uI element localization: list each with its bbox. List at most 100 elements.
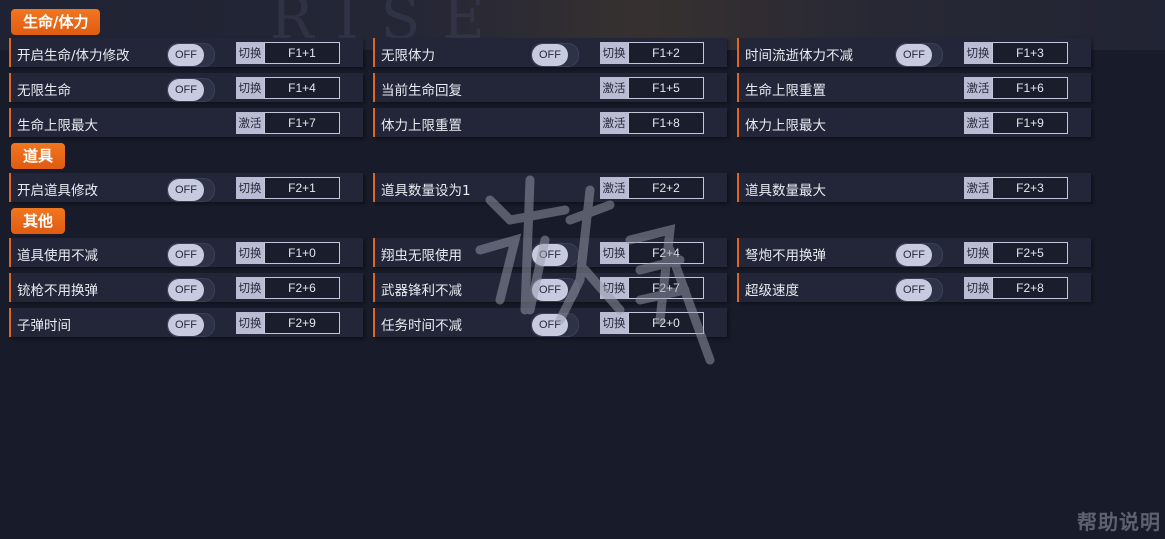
hotkey-field[interactable]: F1+6 [992, 77, 1068, 99]
section-title: 道具 [11, 143, 66, 169]
cheat-label: 道具数量设为1 [381, 183, 471, 199]
cheat-row: 任务时间不减 OFF 切换 F2+0 [373, 308, 727, 337]
toggle-switch[interactable]: OFF [167, 243, 215, 267]
cheat-label: 翔虫无限使用 [381, 248, 462, 264]
toggle-switch[interactable]: OFF [531, 243, 579, 267]
hotkey-field[interactable]: F1+9 [992, 112, 1068, 134]
cheat-label: 体力上限最大 [745, 118, 826, 134]
switch-button[interactable]: 切换 [600, 312, 628, 334]
hotkey-field[interactable]: F2+9 [264, 312, 340, 334]
toggle-switch[interactable]: OFF [895, 243, 943, 267]
toggle-switch[interactable]: OFF [167, 278, 215, 302]
toggle-state-label: OFF [168, 244, 204, 266]
hotkey-field[interactable]: F1+2 [628, 42, 704, 64]
cheat-row: 无限生命 OFF 切换 F1+4 [9, 73, 363, 102]
switch-button[interactable]: 切换 [964, 242, 992, 264]
hotkey-field[interactable]: F1+3 [992, 42, 1068, 64]
switch-button[interactable]: 切换 [236, 242, 264, 264]
switch-button[interactable]: 切换 [600, 277, 628, 299]
toggle-state-label: OFF [168, 179, 204, 201]
toggle-switch[interactable]: OFF [167, 178, 215, 202]
toggle-state-label: OFF [896, 244, 932, 266]
hotkey-field[interactable]: F2+7 [628, 277, 704, 299]
cheat-row: 无限体力 OFF 切换 F1+2 [373, 38, 727, 67]
cheat-row: 道具数量最大 激活 F2+3 [737, 173, 1091, 202]
cheat-row: 时间流逝体力不减 OFF 切换 F1+3 [737, 38, 1091, 67]
cheat-row: 开启道具修改 OFF 切换 F2+1 [9, 173, 363, 202]
activate-button[interactable]: 激活 [236, 112, 264, 134]
toggle-state-label: OFF [896, 279, 932, 301]
hotkey-field[interactable]: F2+4 [628, 242, 704, 264]
activate-button[interactable]: 激活 [600, 112, 628, 134]
toggle-switch[interactable]: OFF [895, 278, 943, 302]
cheat-row: 生命上限重置 激活 F1+6 [737, 73, 1091, 102]
cheat-label: 开启道具修改 [17, 183, 98, 199]
cheat-label: 铳枪不用换弹 [17, 283, 98, 299]
cheat-label: 当前生命回复 [381, 83, 462, 99]
cheat-label: 无限体力 [381, 48, 435, 64]
toggle-switch[interactable]: OFF [167, 313, 215, 337]
cheat-label: 时间流逝体力不减 [745, 48, 853, 64]
switch-button[interactable]: 切换 [236, 312, 264, 334]
activate-button[interactable]: 激活 [964, 77, 992, 99]
cheat-label: 任务时间不减 [381, 318, 462, 334]
switch-button[interactable]: 切换 [600, 42, 628, 64]
cheat-row: 当前生命回复 激活 F1+5 [373, 73, 727, 102]
toggle-state-label: OFF [168, 79, 204, 101]
activate-button[interactable]: 激活 [964, 112, 992, 134]
toggle-switch[interactable]: OFF [531, 278, 579, 302]
cheat-label: 无限生命 [17, 83, 71, 99]
cheat-row: 道具使用不减 OFF 切换 F1+0 [9, 238, 363, 267]
toggle-switch[interactable]: OFF [531, 43, 579, 67]
activate-button[interactable]: 激活 [600, 177, 628, 199]
help-button[interactable]: 帮助说明 [1077, 506, 1161, 535]
switch-button[interactable]: 切换 [236, 42, 264, 64]
cheat-row: 体力上限重置 激活 F1+8 [373, 108, 727, 137]
activate-button[interactable]: 激活 [964, 177, 992, 199]
hotkey-field[interactable]: F2+8 [992, 277, 1068, 299]
toggle-state-label: OFF [896, 44, 932, 66]
cheat-row: 子弹时间 OFF 切换 F2+9 [9, 308, 363, 337]
toggle-switch[interactable]: OFF [167, 78, 215, 102]
section-title: 其他 [11, 208, 66, 234]
cheat-label: 武器锋利不减 [381, 283, 462, 299]
hotkey-field[interactable]: F1+1 [264, 42, 340, 64]
cheat-row: 弩炮不用换弹 OFF 切换 F2+5 [737, 238, 1091, 267]
toggle-state-label: OFF [532, 279, 568, 301]
hotkey-field[interactable]: F2+0 [628, 312, 704, 334]
cheat-label: 道具数量最大 [745, 183, 826, 199]
switch-button[interactable]: 切换 [236, 77, 264, 99]
hotkey-field[interactable]: F2+3 [992, 177, 1068, 199]
hotkey-field[interactable]: F2+6 [264, 277, 340, 299]
switch-button[interactable]: 切换 [236, 177, 264, 199]
switch-button[interactable]: 切换 [600, 242, 628, 264]
hotkey-field[interactable]: F1+7 [264, 112, 340, 134]
cheat-row: 超级速度 OFF 切换 F2+8 [737, 273, 1091, 302]
toggle-switch[interactable]: OFF [895, 43, 943, 67]
cheat-label: 子弹时间 [17, 318, 71, 334]
hotkey-field[interactable]: F1+8 [628, 112, 704, 134]
switch-button[interactable]: 切换 [964, 42, 992, 64]
cheat-label: 开启生命/体力修改 [17, 48, 130, 64]
toggle-switch[interactable]: OFF [167, 43, 215, 67]
switch-button[interactable]: 切换 [236, 277, 264, 299]
toggle-switch[interactable]: OFF [531, 313, 579, 337]
cheat-label: 体力上限重置 [381, 118, 462, 134]
hotkey-field[interactable]: F1+5 [628, 77, 704, 99]
hotkey-field[interactable]: F2+5 [992, 242, 1068, 264]
toggle-state-label: OFF [532, 244, 568, 266]
section-title: 生命/体力 [11, 9, 101, 35]
cheat-row: 武器锋利不减 OFF 切换 F2+7 [373, 273, 727, 302]
toggle-state-label: OFF [168, 44, 204, 66]
switch-button[interactable]: 切换 [964, 277, 992, 299]
hotkey-field[interactable]: F2+2 [628, 177, 704, 199]
activate-button[interactable]: 激活 [600, 77, 628, 99]
cheat-row: 翔虫无限使用 OFF 切换 F2+4 [373, 238, 727, 267]
hotkey-field[interactable]: F1+4 [264, 77, 340, 99]
hotkey-field[interactable]: F2+1 [264, 177, 340, 199]
cheat-label: 生命上限最大 [17, 118, 98, 134]
hotkey-field[interactable]: F1+0 [264, 242, 340, 264]
toggle-state-label: OFF [168, 314, 204, 336]
cheat-row: 铳枪不用换弹 OFF 切换 F2+6 [9, 273, 363, 302]
cheat-label: 道具使用不减 [17, 248, 98, 264]
